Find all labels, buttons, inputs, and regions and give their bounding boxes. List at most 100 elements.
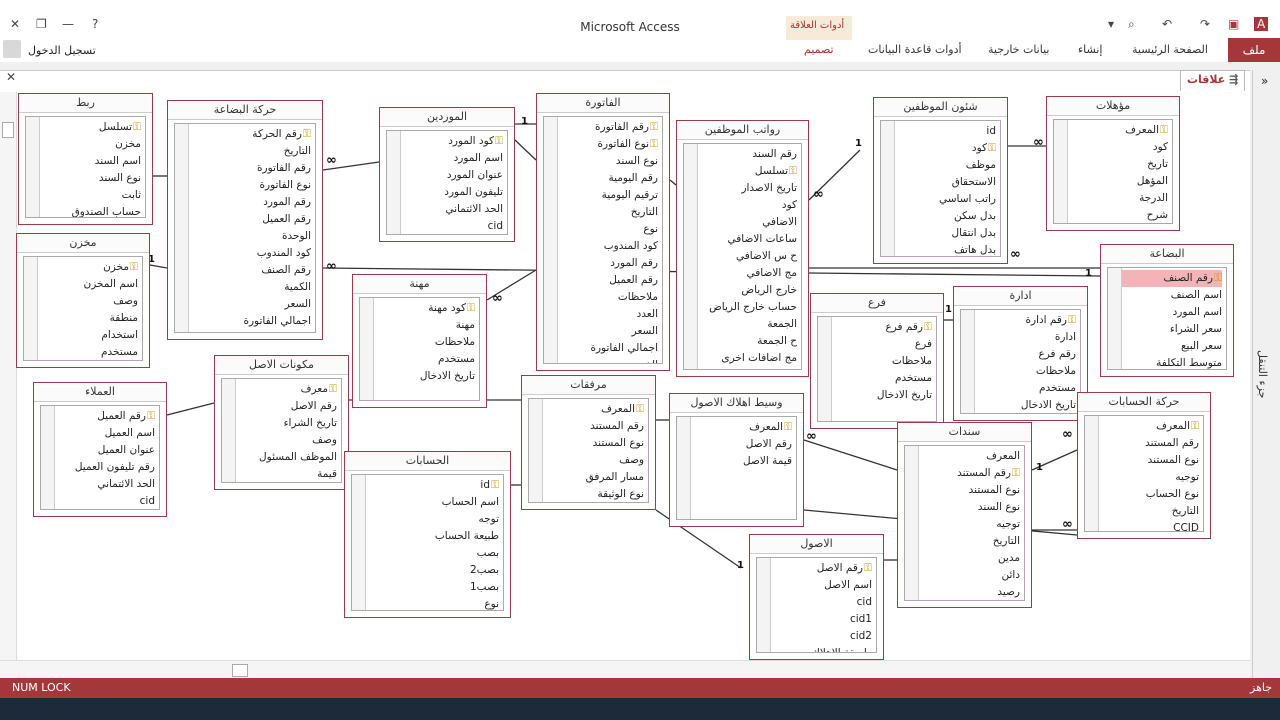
field[interactable]: طريقة الاهلاك xyxy=(771,645,872,652)
field[interactable]: بدل هاتف xyxy=(895,242,996,256)
field[interactable]: رقم المستند xyxy=(543,418,644,435)
field[interactable]: راتب اساسي xyxy=(895,191,996,208)
field-list[interactable]: كود مهنةمهنةملاحظاتمستخدمتاريخ الادخال xyxy=(359,297,480,401)
field[interactable]: نوع الحساب xyxy=(1099,486,1199,503)
field-list[interactable]: رقم الفاتورةنوع الفاتورةنوع السندرقم الي… xyxy=(543,116,663,364)
field[interactable]: رقم السند xyxy=(698,146,797,163)
table-title[interactable]: العملاء xyxy=(34,383,166,402)
primary-key-field[interactable]: رقم الصنف xyxy=(1122,270,1222,287)
field-list-scrollbar[interactable] xyxy=(387,131,401,234)
table-20[interactable]: الاصول رقم الاصلاسم الاصلcidcid1cid2طريقة… xyxy=(749,534,884,660)
field[interactable]: التاريخ xyxy=(1099,503,1199,520)
field-list-scrollbar[interactable] xyxy=(757,558,771,652)
field-list[interactable]: idاسم الحسابتوجهطبيعة الحساببصببصب2بصب1ن… xyxy=(351,474,504,611)
primary-key-field[interactable]: رقم الحركة xyxy=(189,126,311,143)
field-list[interactable]: المعرفرقم الاصلقيمة الاصل xyxy=(676,416,797,520)
field[interactable]: المؤهل xyxy=(1068,173,1168,190)
primary-key-field[interactable]: رقم ادارة xyxy=(975,312,1076,329)
table-title[interactable]: سندات xyxy=(898,423,1031,442)
field-list[interactable]: رقم فرعفرعملاحظاتمستخدمتاريخ الادخال xyxy=(817,316,937,422)
field-list[interactable]: idكودموظفالاستحقاقراتب اساسيبدل سكنبدل ا… xyxy=(880,120,1001,257)
field[interactable]: تاريخ xyxy=(1068,156,1168,173)
field-list-scrollbar[interactable] xyxy=(222,379,236,482)
field-list[interactable]: رقم الحركةالتاريخرقم الفاتورةنوع الفاتور… xyxy=(174,123,316,333)
expand-nav-icon[interactable]: » xyxy=(1261,74,1268,88)
field-list-scrollbar[interactable] xyxy=(677,417,691,519)
field[interactable]: رصيد xyxy=(698,367,797,369)
field[interactable]: رقم اليومية xyxy=(558,170,658,187)
table-title[interactable]: الموردين xyxy=(380,108,514,127)
field[interactable]: الحد الائتماني xyxy=(401,201,503,218)
field-list[interactable]: المعرفكودتاريخالمؤهلالدرجةشرح xyxy=(1053,119,1173,224)
table-9[interactable]: مهنة كود مهنةمهنةملاحظاتمستخدمتاريخ الادخ… xyxy=(352,274,487,408)
field[interactable]: توجيه xyxy=(1099,469,1199,486)
field[interactable]: كود xyxy=(1068,139,1168,156)
field[interactable]: اسم العميل xyxy=(55,425,155,442)
field[interactable]: cid2 xyxy=(771,628,872,645)
field[interactable]: الحد الائتماني xyxy=(55,476,155,493)
field[interactable]: خارج الرياض xyxy=(698,282,797,299)
field[interactable]: قيمة الاصل xyxy=(691,453,792,470)
table-4[interactable]: الفاتورة رقم الفاتورةنوع الفاتورةنوع السن… xyxy=(536,93,670,371)
table-7[interactable]: مؤهلات المعرفكودتاريخالمؤهلالدرجةشرح xyxy=(1046,96,1180,231)
table-8[interactable]: مخزنمخزناسم المخزنوصفمنطقةاستخداممستخدم xyxy=(16,233,150,368)
field[interactable]: نوع الوثيقة xyxy=(543,486,644,502)
field[interactable]: رقم العميل xyxy=(189,211,311,228)
field[interactable]: اسم الحساب xyxy=(366,494,499,511)
field[interactable]: بدل انتقال xyxy=(895,225,996,242)
table-19[interactable]: الحساباتidاسم الحسابتوجهطبيعة الحساببصبب… xyxy=(344,451,511,618)
field[interactable]: cid xyxy=(55,493,155,509)
field[interactable]: منطقة xyxy=(38,310,138,327)
primary-key-field[interactable]: كود مهنة xyxy=(374,300,475,317)
table-11[interactable]: فرع رقم فرعفرعملاحظاتمستخدمتاريخ الادخال xyxy=(810,293,944,429)
field-list-scrollbar[interactable] xyxy=(26,117,40,217)
field[interactable]: اسم المورد xyxy=(1122,304,1222,321)
table-title[interactable]: مهنة xyxy=(353,275,486,294)
field[interactable]: الجمعة xyxy=(698,316,797,333)
field[interactable]: مستخدم xyxy=(975,380,1076,397)
field[interactable]: شرح xyxy=(1068,207,1168,223)
field[interactable]: الوحدة xyxy=(189,228,311,245)
field[interactable]: حساب الصندوق xyxy=(40,204,141,217)
field[interactable]: السعر xyxy=(189,296,311,313)
field[interactable]: نوع الفاتورة xyxy=(189,177,312,194)
field-list-scrollbar[interactable] xyxy=(529,399,543,502)
primary-key-field[interactable]: المعرف xyxy=(1068,122,1168,139)
field[interactable]: ترقيم اليومية xyxy=(558,187,658,204)
field[interactable]: ثابت xyxy=(40,187,141,204)
field[interactable]: التاريخ xyxy=(919,533,1020,550)
field[interactable]: بصب1 xyxy=(366,579,499,596)
primary-key-field[interactable]: المعرف xyxy=(691,419,792,436)
primary-key-field[interactable]: تسلسل xyxy=(698,163,797,180)
field[interactable]: وصف xyxy=(543,452,644,469)
table-title[interactable]: فرع xyxy=(811,294,943,313)
field[interactable]: نوع السند xyxy=(558,153,658,170)
field[interactable]: CCID xyxy=(1099,520,1199,531)
field[interactable]: اسم السند xyxy=(40,153,141,170)
table-15[interactable]: مرفقات المعرفرقم المستندنوع المستندوصفمسا… xyxy=(521,375,656,510)
table-17[interactable]: سندات المعرفرقم المستندنوع المستندنوع الس… xyxy=(897,422,1032,608)
field[interactable]: كود xyxy=(698,197,797,214)
field[interactable]: الدرجة xyxy=(1068,190,1168,207)
field-list-scrollbar[interactable] xyxy=(1108,268,1122,369)
primary-key-field[interactable]: مخزن xyxy=(38,259,138,276)
field[interactable]: دائن xyxy=(919,567,1020,584)
primary-key-field[interactable]: المعرف xyxy=(1099,418,1199,435)
field[interactable]: قيمة xyxy=(236,466,337,482)
primary-key-field[interactable]: المعرف xyxy=(543,401,644,418)
field[interactable]: مخزن xyxy=(40,136,141,153)
table-title[interactable]: الفاتورة xyxy=(537,94,669,113)
field[interactable]: وصف xyxy=(38,293,138,310)
field[interactable]: وصف xyxy=(236,432,337,449)
table-title[interactable]: حركة البضاعة xyxy=(168,101,322,120)
field[interactable]: التاريخ xyxy=(189,143,311,160)
field[interactable]: بدل سكن xyxy=(895,208,996,225)
field[interactable]: مج اضافات اخرى xyxy=(698,350,797,367)
table-title[interactable]: الاصول xyxy=(750,535,883,554)
field-list-scrollbar[interactable] xyxy=(175,124,189,332)
table-18[interactable]: حركة الحسابات المعرفرقم المستندنوع المستن… xyxy=(1077,392,1211,539)
field[interactable]: رقم الاصل xyxy=(691,436,792,453)
field[interactable]: تاريخ الشراء xyxy=(236,415,337,432)
field-list[interactable]: رقم الاصلاسم الاصلcidcid1cid2طريقة الاهل… xyxy=(756,557,877,653)
field[interactable]: سعر البيع xyxy=(1122,338,1222,355)
